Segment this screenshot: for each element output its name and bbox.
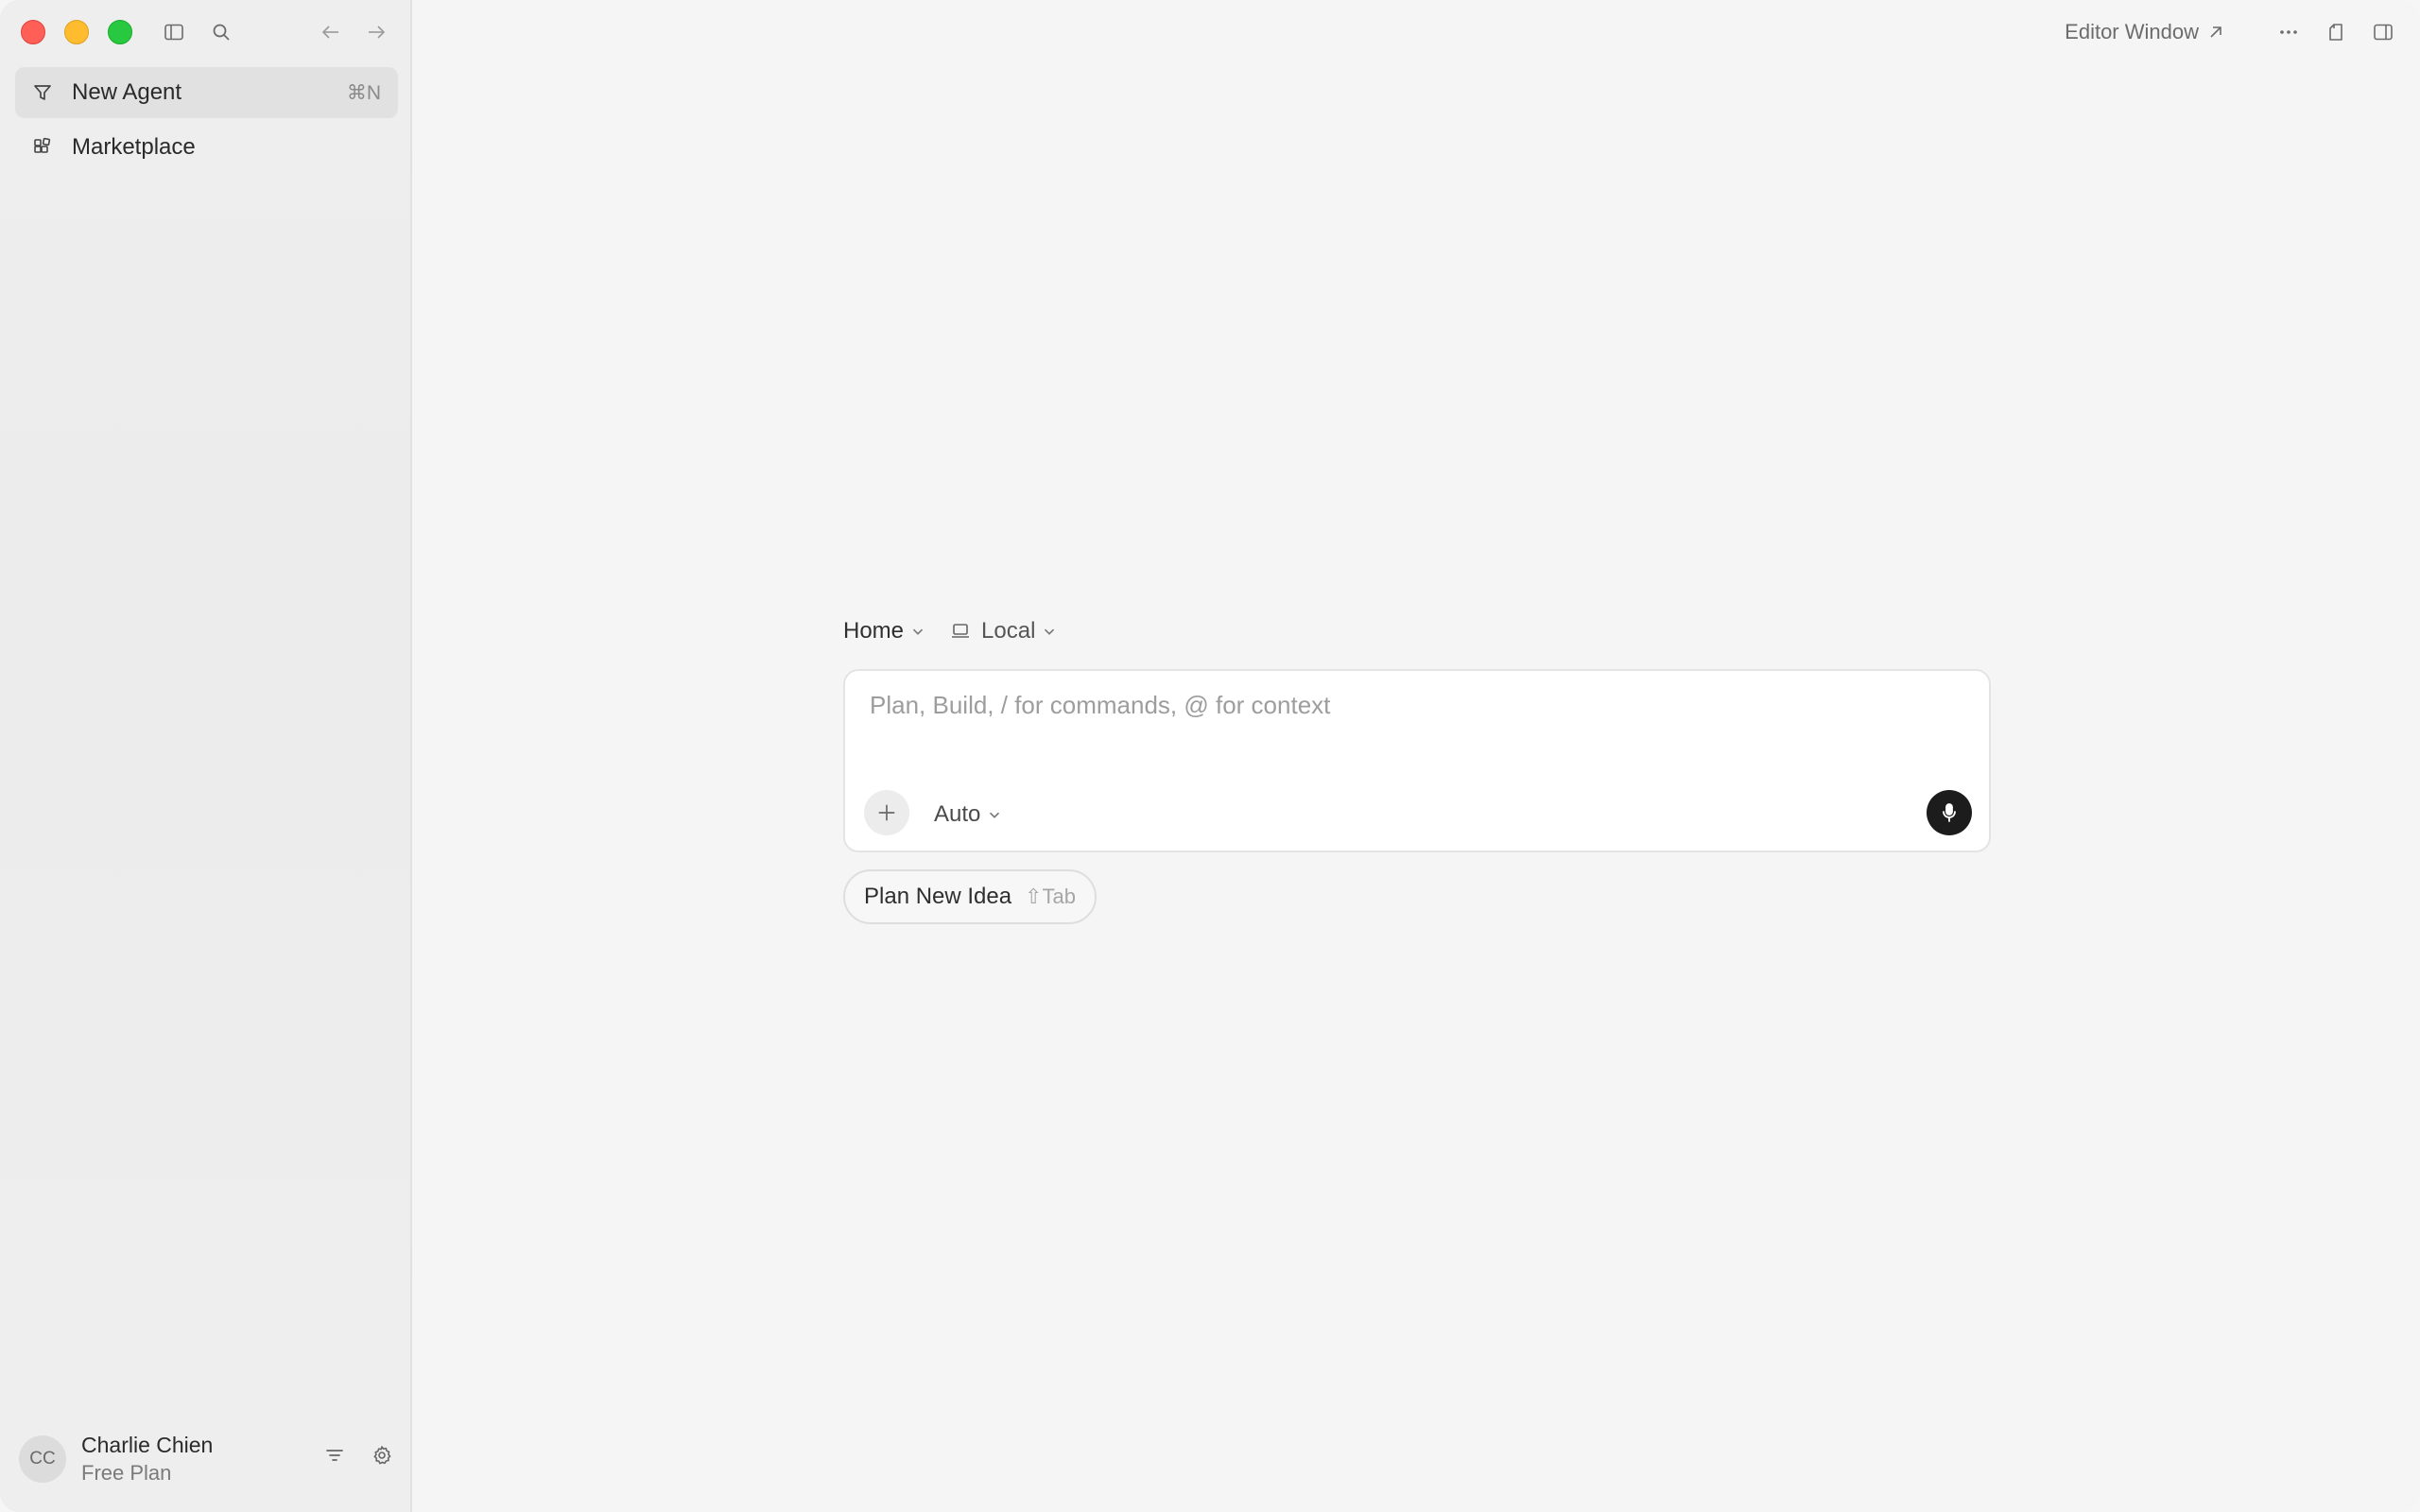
avatar: CC	[19, 1435, 66, 1483]
microphone-icon	[1943, 803, 1956, 822]
context-selectors: Home Local	[843, 612, 1080, 650]
plus-icon	[878, 804, 895, 821]
app-window: New Agent ⌘N Marketplace CC Charlie Chie…	[0, 0, 2420, 1512]
prompt-input[interactable]	[868, 690, 1966, 721]
main-area: Editor Window Home Local Plan, Build, / …	[412, 0, 2420, 1512]
model-label: Auto	[934, 801, 981, 827]
model-dropdown[interactable]: Auto	[934, 801, 1003, 828]
workspace-label: Home	[843, 618, 905, 644]
top-toolbar: Editor Window	[2065, 13, 2399, 51]
gear-icon[interactable]	[367, 1440, 397, 1470]
document-icon[interactable]	[2320, 16, 2352, 48]
environment-dropdown[interactable]: Local	[949, 618, 1058, 644]
sidebar: New Agent ⌘N Marketplace CC Charlie Chie…	[0, 0, 412, 1512]
sidebar-item-marketplace[interactable]: Marketplace	[15, 122, 398, 173]
prompt-composer: Auto	[843, 669, 1991, 852]
chevron-down-icon	[1045, 628, 1055, 635]
plan-new-idea-button[interactable]: Plan New Idea ⇧Tab	[843, 869, 1097, 924]
sidebar-item-label: New Agent	[72, 79, 182, 105]
editor-window-label: Editor Window	[2065, 20, 2199, 43]
shortcut-hint: ⌘N	[346, 81, 381, 104]
new-agent-icon	[28, 78, 57, 107]
user-plan: Free Plan	[81, 1461, 172, 1485]
sidebar-item-new-agent[interactable]: New Agent ⌘N	[15, 67, 398, 118]
external-arrow-icon	[2210, 26, 2221, 38]
environment-label: Local	[981, 618, 1036, 644]
suggestion-label: Plan New Idea	[864, 884, 1012, 909]
back-arrow-icon[interactable]	[316, 17, 346, 47]
add-attachment-button[interactable]	[864, 790, 909, 835]
sidebar-item-label: Marketplace	[72, 134, 196, 160]
chevron-down-icon	[990, 812, 1000, 818]
microphone-button[interactable]	[1927, 790, 1972, 835]
laptop-icon	[952, 624, 970, 638]
filter-icon[interactable]	[320, 1440, 350, 1470]
shortcut-hint: ⇧Tab	[1025, 885, 1076, 908]
marketplace-icon	[28, 133, 57, 162]
maximize-window-button[interactable]	[108, 20, 132, 44]
chevron-down-icon	[912, 628, 924, 635]
right-panel-toggle-icon[interactable]	[2367, 16, 2399, 48]
user-name: Charlie Chien	[81, 1433, 214, 1457]
sidebar-toggle-icon[interactable]	[159, 17, 189, 47]
workspace-dropdown[interactable]: Home	[843, 618, 926, 644]
more-options-icon[interactable]	[2273, 16, 2305, 48]
minimize-window-button[interactable]	[64, 20, 89, 44]
user-profile[interactable]: CC Charlie Chien Free Plan	[19, 1429, 397, 1489]
forward-arrow-icon[interactable]	[361, 17, 391, 47]
close-window-button[interactable]	[21, 20, 45, 44]
search-icon[interactable]	[206, 17, 236, 47]
editor-window-button[interactable]: Editor Window	[2065, 20, 2225, 44]
